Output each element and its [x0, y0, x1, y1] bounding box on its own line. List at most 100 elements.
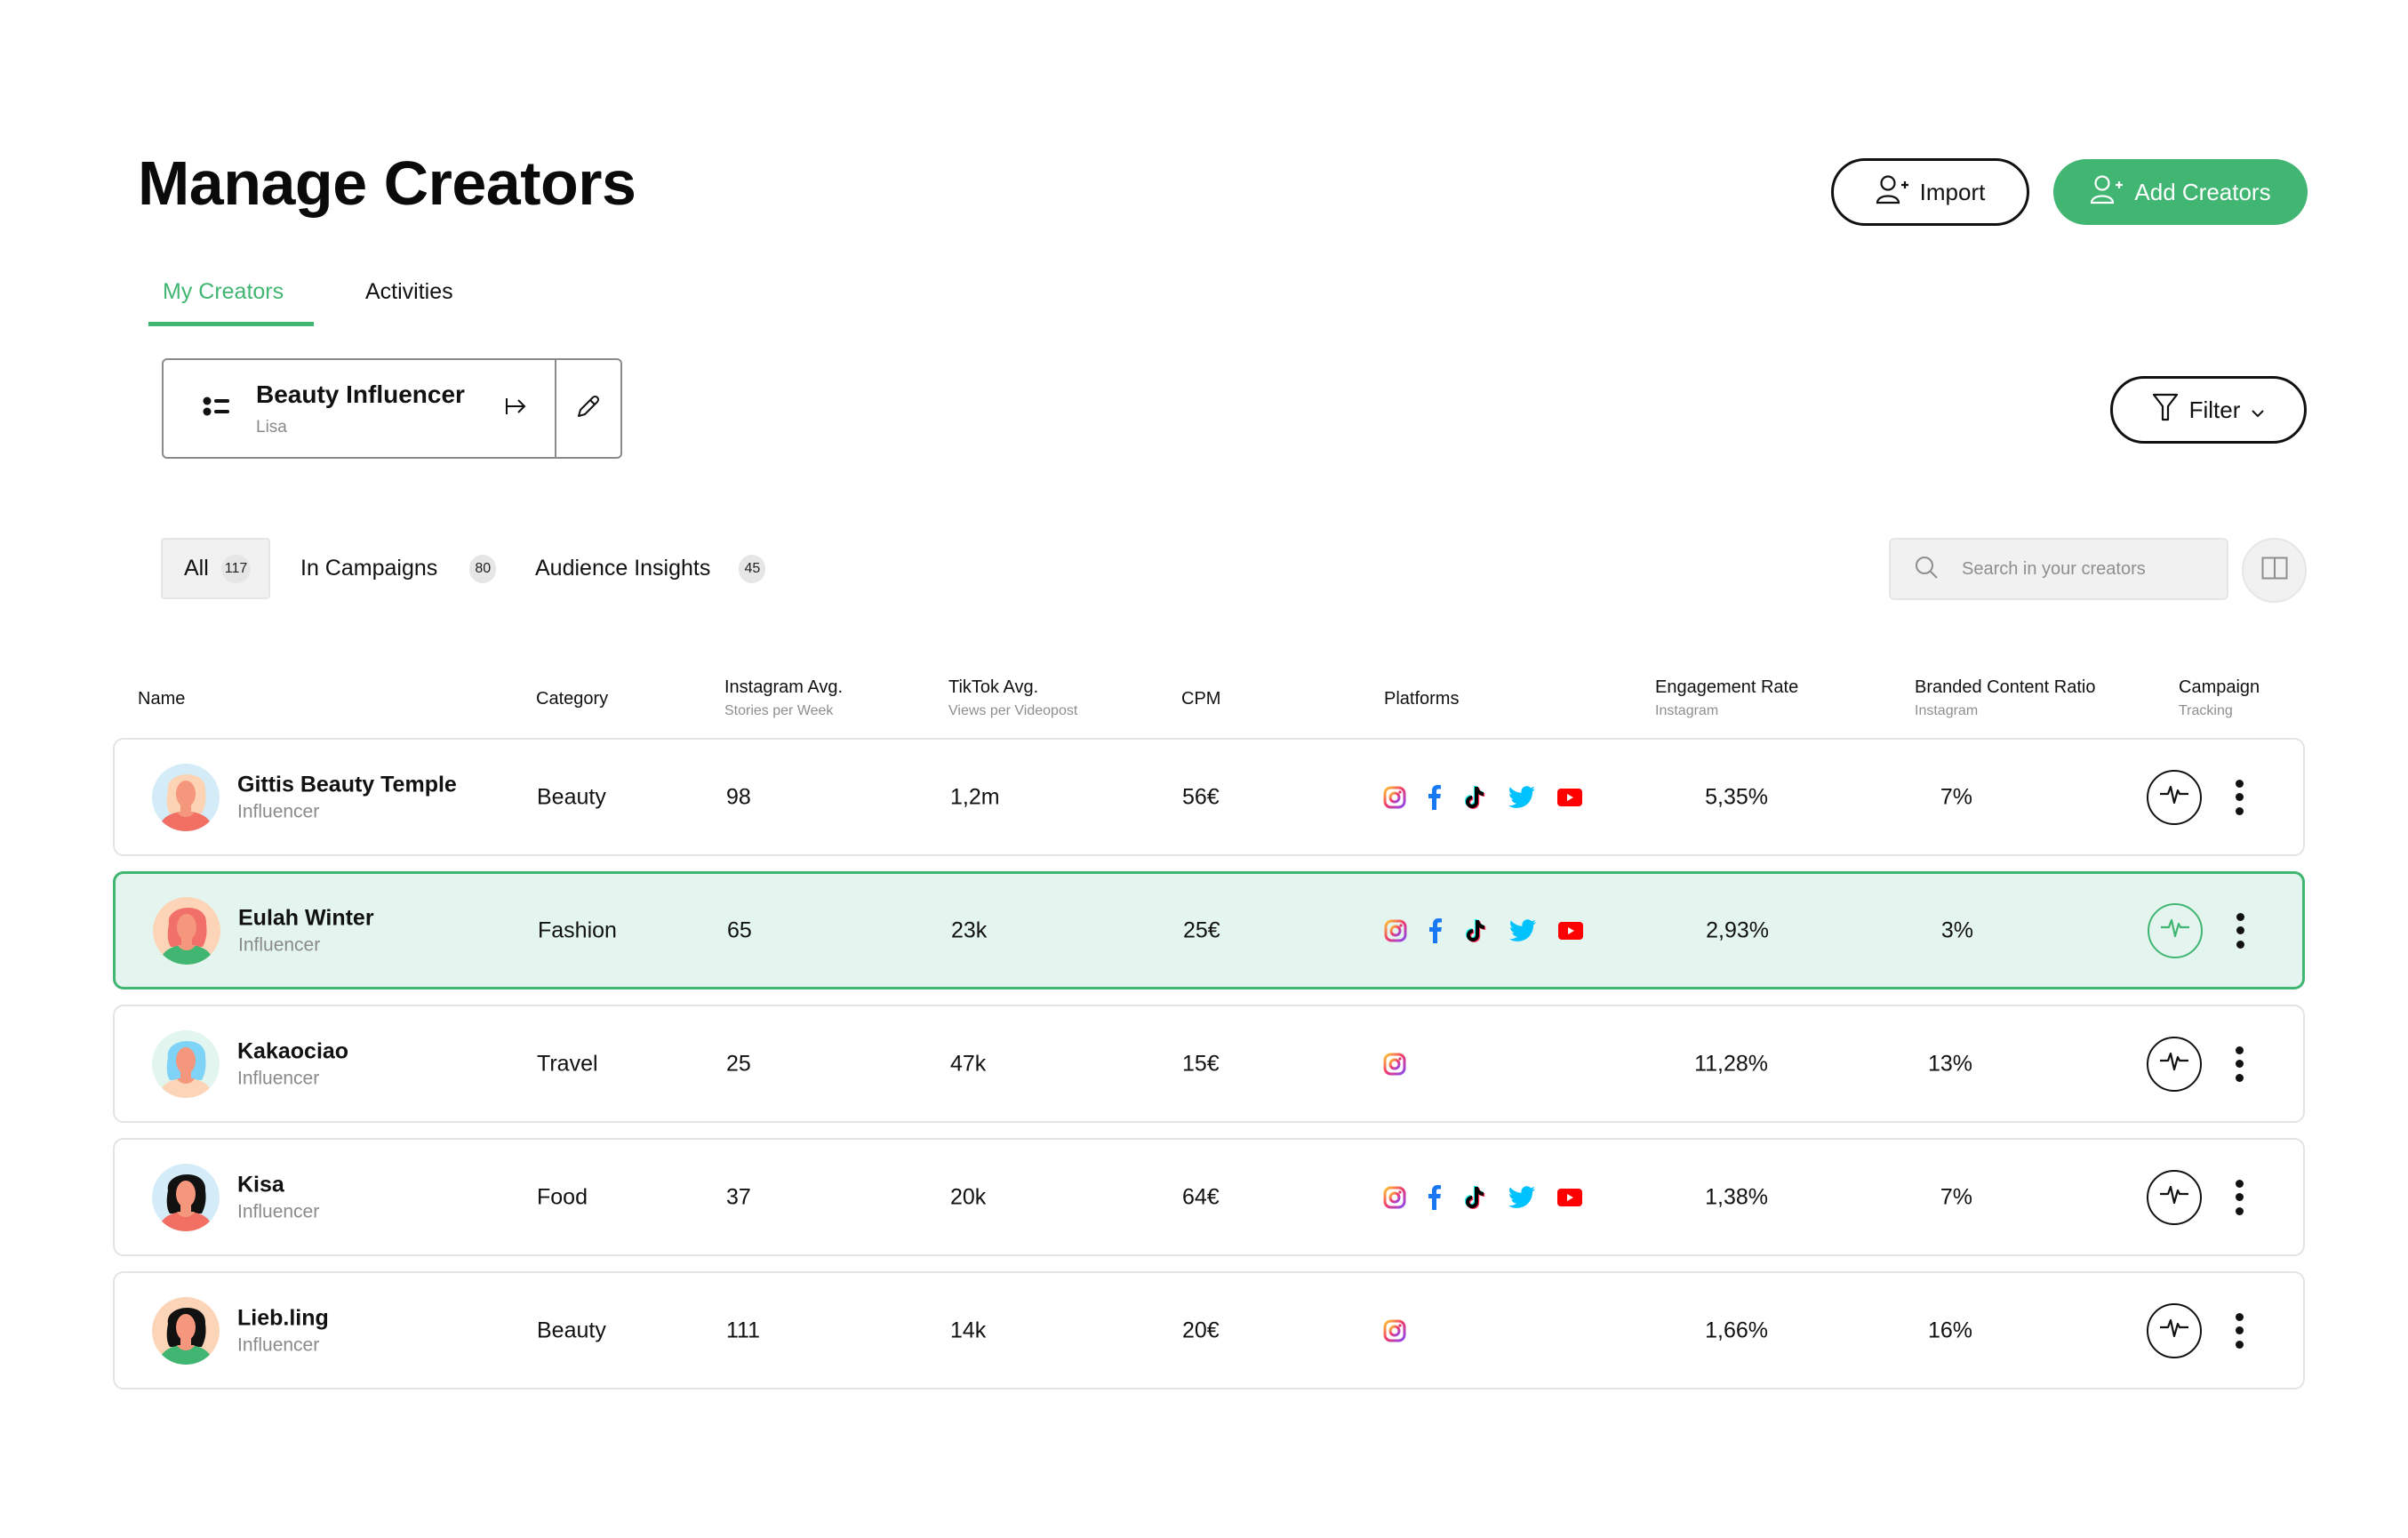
cpm-cell: 56€: [1182, 784, 1220, 809]
category-cell: Beauty: [537, 784, 606, 809]
tiktok-icon[interactable]: [1464, 918, 1487, 943]
instagram-icon[interactable]: [1383, 1186, 1406, 1209]
category-cell: Food: [537, 1184, 588, 1209]
column-header-tiktok-avg[interactable]: TikTok Avg. Views per Videopost: [948, 677, 1077, 719]
tiktok-icon[interactable]: [1463, 785, 1486, 810]
more-options-button[interactable]: [2231, 912, 2249, 949]
column-header-label: Branded Content Ratio: [1915, 677, 2096, 697]
column-header-engagement-rate[interactable]: Engagement Rate Instagram: [1655, 677, 1798, 719]
youtube-icon[interactable]: [1558, 921, 1583, 940]
tab-activities[interactable]: Activities: [365, 279, 453, 305]
avatar: [152, 763, 220, 831]
branded-content-ratio-cell: 7%: [1940, 1184, 1972, 1209]
more-options-button[interactable]: [2230, 779, 2248, 815]
campaign-tracking-button[interactable]: [2147, 1036, 2202, 1092]
platforms-cell: [1383, 1053, 1406, 1076]
category-cell: Beauty: [537, 1318, 606, 1342]
facebook-icon[interactable]: [1428, 1184, 1442, 1210]
open-list-button[interactable]: Beauty Influencer Lisa: [164, 360, 555, 457]
column-header-campaign-tracking[interactable]: Campaign Tracking: [2179, 677, 2260, 719]
instagram-avg-cell: 65: [727, 917, 752, 942]
chevron-down-icon: [2251, 397, 2265, 424]
kebab-dot: [2235, 1326, 2244, 1334]
import-button[interactable]: Import: [1831, 158, 2029, 226]
column-header-label: Engagement Rate: [1655, 677, 1799, 697]
creator-name[interactable]: Kakaociao: [237, 1038, 348, 1064]
add-creators-label: Add Creators: [2134, 178, 2271, 205]
segment-audience-insights[interactable]: Audience Insights 45: [535, 538, 766, 599]
column-layout-toggle[interactable]: [2242, 538, 2307, 603]
creator-role: Influencer: [238, 934, 321, 955]
creator-name[interactable]: Kisa: [237, 1172, 319, 1198]
pulse-icon: [2159, 783, 2189, 811]
engagement-rate-cell: 1,38%: [1705, 1184, 1768, 1209]
column-header-branded-content-ratio[interactable]: Branded Content Ratio Instagram: [1915, 677, 2095, 719]
twitter-icon[interactable]: [1508, 1185, 1536, 1209]
column-header-label: Category: [536, 689, 609, 709]
facebook-icon[interactable]: [1428, 784, 1442, 810]
edit-list-button[interactable]: [555, 360, 620, 457]
tab-my-creators[interactable]: My Creators: [163, 279, 284, 305]
more-options-button[interactable]: [2230, 1312, 2248, 1349]
segment-all[interactable]: All 117: [161, 538, 270, 599]
youtube-icon[interactable]: [1557, 1188, 1582, 1206]
segment-all-label: All: [184, 556, 209, 581]
category-cell: Fashion: [538, 917, 617, 942]
column-header-name[interactable]: Name: [138, 689, 185, 709]
creator-name[interactable]: Gittis Beauty Temple: [237, 772, 457, 797]
column-header-platforms[interactable]: Platforms: [1384, 689, 1459, 709]
table-row[interactable]: Lieb.ling Influencer Beauty 111 14k 20€ 1,66% 1…: [113, 1271, 2305, 1390]
column-header-instagram-avg[interactable]: Instagram Avg. Stories per Week: [724, 677, 843, 719]
column-header-cpm[interactable]: CPM: [1181, 689, 1220, 709]
tiktok-avg-cell: 14k: [950, 1318, 987, 1342]
table-row[interactable]: Kisa Influencer Food 37 20k 64€ 1,38% 7%: [113, 1138, 2305, 1256]
creator-name[interactable]: Eulah Winter: [238, 905, 374, 931]
search-box: [1889, 538, 2228, 600]
instagram-avg-cell: 111: [726, 1318, 761, 1342]
tiktok-icon[interactable]: [1463, 1185, 1486, 1210]
search-input[interactable]: [1962, 558, 2211, 580]
youtube-icon[interactable]: [1557, 788, 1582, 806]
tiktok-avg-cell: 47k: [950, 1051, 987, 1076]
creator-name[interactable]: Lieb.ling: [237, 1305, 329, 1331]
kebab-dot: [2236, 940, 2244, 949]
kebab-dot: [2236, 926, 2244, 934]
twitter-icon[interactable]: [1508, 918, 1537, 942]
filter-button[interactable]: Filter: [2110, 376, 2307, 444]
tiktok-avg-cell: 1,2m: [950, 784, 1000, 809]
add-creators-button[interactable]: Add Creators: [2053, 159, 2308, 225]
kebab-dot: [2235, 1312, 2244, 1321]
instagram-icon[interactable]: [1383, 786, 1406, 809]
campaign-tracking-button[interactable]: [2147, 769, 2202, 825]
branded-content-ratio-cell: 3%: [1940, 917, 1973, 942]
kebab-dot: [2235, 1073, 2244, 1082]
campaign-tracking-button[interactable]: [2147, 1302, 2202, 1358]
column-header-label: Instagram Avg.: [724, 677, 844, 697]
list-title: Beauty Influencer: [256, 380, 465, 408]
more-options-button[interactable]: [2230, 1179, 2248, 1215]
branded-content-ratio-cell: 16%: [1927, 1318, 1972, 1342]
instagram-icon[interactable]: [1384, 919, 1407, 942]
platforms-cell: [1383, 784, 1582, 810]
twitter-icon[interactable]: [1508, 785, 1536, 809]
creator-name-block: Kakaociao Influencer: [237, 1038, 348, 1089]
facebook-icon[interactable]: [1428, 917, 1443, 943]
avatar: [152, 1029, 220, 1098]
search-icon: [1914, 555, 1939, 584]
table-row[interactable]: Gittis Beauty Temple Influencer Beauty 98 1,…: [113, 738, 2305, 856]
segment-in-campaigns[interactable]: In Campaigns 80: [300, 538, 497, 599]
column-header-label: CPM: [1181, 689, 1221, 709]
column-header-category[interactable]: Category: [536, 689, 608, 709]
campaign-tracking-button[interactable]: [2148, 902, 2203, 958]
column-header-label: TikTok Avg.: [948, 677, 1039, 697]
engagement-rate-cell: 11,28%: [1694, 1051, 1768, 1076]
instagram-icon[interactable]: [1383, 1053, 1406, 1076]
arrow-right-to-icon: [505, 396, 528, 421]
kebab-dot: [2236, 912, 2244, 921]
tiktok-avg-cell: 23k: [951, 917, 988, 942]
table-row[interactable]: Eulah Winter Influencer Fashion 65 23k 25€ 2,9…: [113, 871, 2305, 989]
instagram-icon[interactable]: [1383, 1319, 1406, 1342]
campaign-tracking-button[interactable]: [2147, 1169, 2202, 1225]
more-options-button[interactable]: [2230, 1045, 2248, 1082]
table-row[interactable]: Kakaociao Influencer Travel 25 47k 15€ 11,28% 1…: [113, 1005, 2305, 1123]
